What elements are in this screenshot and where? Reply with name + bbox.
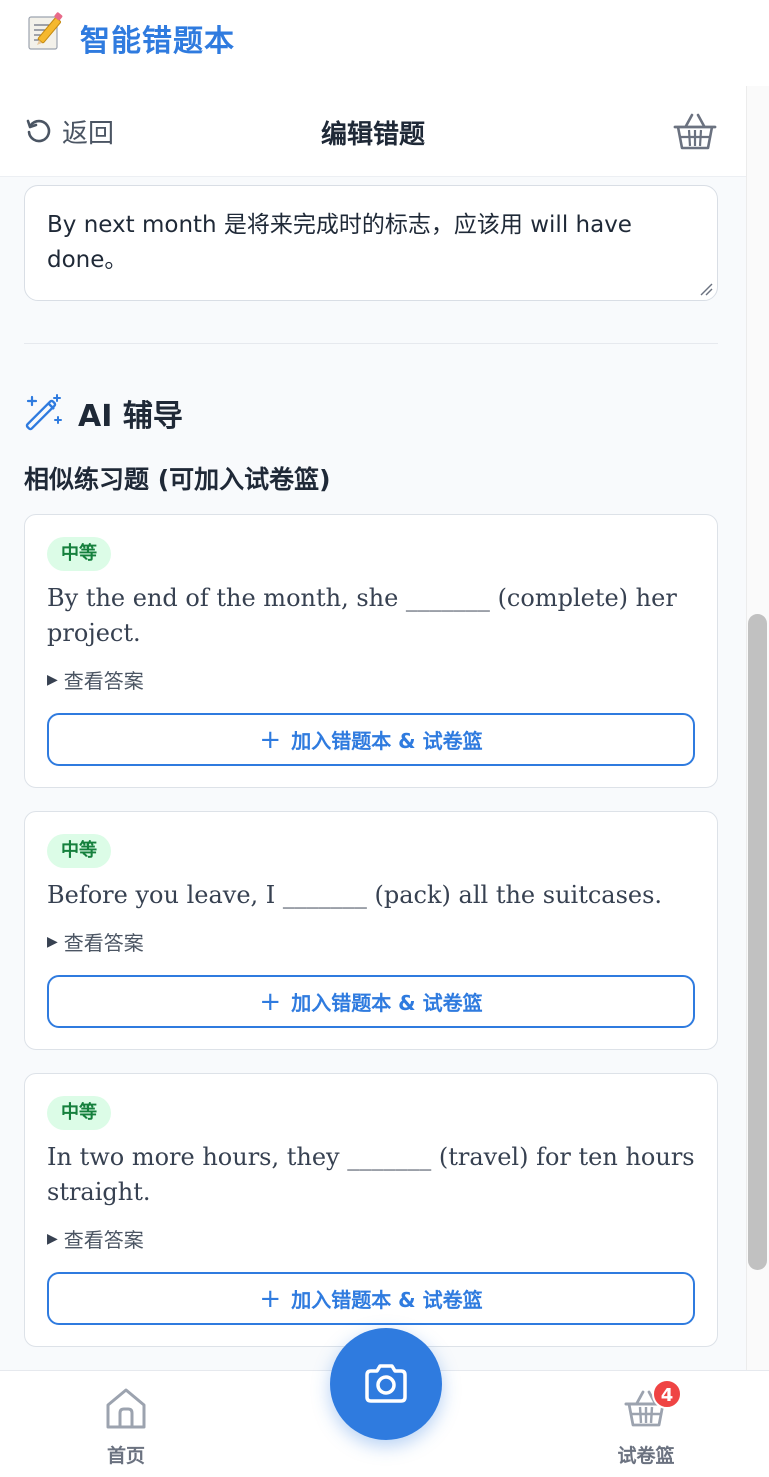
practice-card: 中等 By the end of the month, she _______ … bbox=[24, 514, 718, 788]
nav-basket[interactable]: 4 试卷篮 bbox=[596, 1379, 696, 1468]
camera-button[interactable] bbox=[330, 1328, 442, 1440]
add-to-basket-button[interactable]: + 加入错题本 & 试卷篮 bbox=[47, 713, 695, 766]
explanation-text: By next month 是将来完成时的标志，应该用 will have do… bbox=[47, 212, 632, 273]
resize-grip-icon[interactable] bbox=[699, 282, 713, 296]
topbar: 返回 编辑错题 bbox=[0, 86, 746, 177]
add-to-basket-label: 加入错题本 & 试卷篮 bbox=[291, 1288, 483, 1312]
show-answer-toggle[interactable]: ▶ 查看答案 bbox=[47, 927, 144, 956]
magic-wand-icon bbox=[25, 394, 62, 431]
show-answer-label: 查看答案 bbox=[63, 669, 144, 693]
difficulty-badge: 中等 bbox=[47, 1096, 111, 1130]
difficulty-badge: 中等 bbox=[47, 537, 111, 571]
show-answer-toggle[interactable]: ▶ 查看答案 bbox=[47, 665, 144, 694]
nav-home-label: 首页 bbox=[106, 1445, 145, 1467]
practice-card: 中等 Before you leave, I _______ (pack) al… bbox=[24, 811, 718, 1050]
add-to-basket-label: 加入错题本 & 试卷篮 bbox=[291, 729, 483, 753]
question-text: In two more hours, they _______ (travel)… bbox=[47, 1143, 695, 1206]
question-text: By the end of the month, she _______ (co… bbox=[47, 584, 677, 647]
triangle-right-icon: ▶ bbox=[47, 933, 58, 950]
ai-heading: AI 辅导 bbox=[24, 391, 183, 435]
basket-icon[interactable] bbox=[672, 110, 718, 154]
show-answer-toggle[interactable]: ▶ 查看答案 bbox=[47, 1224, 144, 1253]
question-text: Before you leave, I _______ (pack) all t… bbox=[47, 881, 663, 909]
show-answer-label: 查看答案 bbox=[63, 1228, 144, 1252]
scrollbar-thumb[interactable] bbox=[748, 614, 767, 1270]
explanation-textarea[interactable]: By next month 是将来完成时的标志，应该用 will have do… bbox=[24, 185, 718, 301]
practice-card: 中等 In two more hours, they _______ (trav… bbox=[24, 1073, 718, 1347]
edit-page: 返回 编辑错题 By next month 是将来完成时的标志，应该用 will… bbox=[0, 86, 746, 1370]
add-to-basket-button[interactable]: + 加入错题本 & 试卷篮 bbox=[47, 975, 695, 1028]
plus-icon: + bbox=[259, 1283, 282, 1314]
ai-heading-label: AI 辅导 bbox=[78, 399, 183, 434]
basket-count-badge: 4 bbox=[652, 1379, 682, 1409]
memo-pencil-icon bbox=[28, 12, 63, 50]
difficulty-badge: 中等 bbox=[47, 834, 111, 868]
app-title: 智能错题本 bbox=[80, 24, 235, 59]
add-to-basket-label: 加入错题本 & 试卷篮 bbox=[291, 991, 483, 1015]
triangle-right-icon: ▶ bbox=[47, 1230, 58, 1247]
show-answer-label: 查看答案 bbox=[63, 931, 144, 955]
page-title: 编辑错题 bbox=[320, 120, 425, 150]
nav-basket-label: 试卷篮 bbox=[617, 1445, 675, 1467]
plus-icon: + bbox=[259, 986, 282, 1017]
divider bbox=[24, 343, 718, 344]
section-title: 相似练习题 (可加入试卷篮) bbox=[24, 465, 331, 494]
camera-icon bbox=[365, 1364, 407, 1403]
home-icon bbox=[106, 1388, 146, 1429]
plus-icon: + bbox=[259, 724, 282, 755]
add-to-basket-button[interactable]: + 加入错题本 & 试卷篮 bbox=[47, 1272, 695, 1325]
app-header: 智能错题本 bbox=[0, 0, 769, 86]
triangle-right-icon: ▶ bbox=[47, 671, 58, 688]
nav-home[interactable]: 首页 bbox=[76, 1385, 176, 1468]
